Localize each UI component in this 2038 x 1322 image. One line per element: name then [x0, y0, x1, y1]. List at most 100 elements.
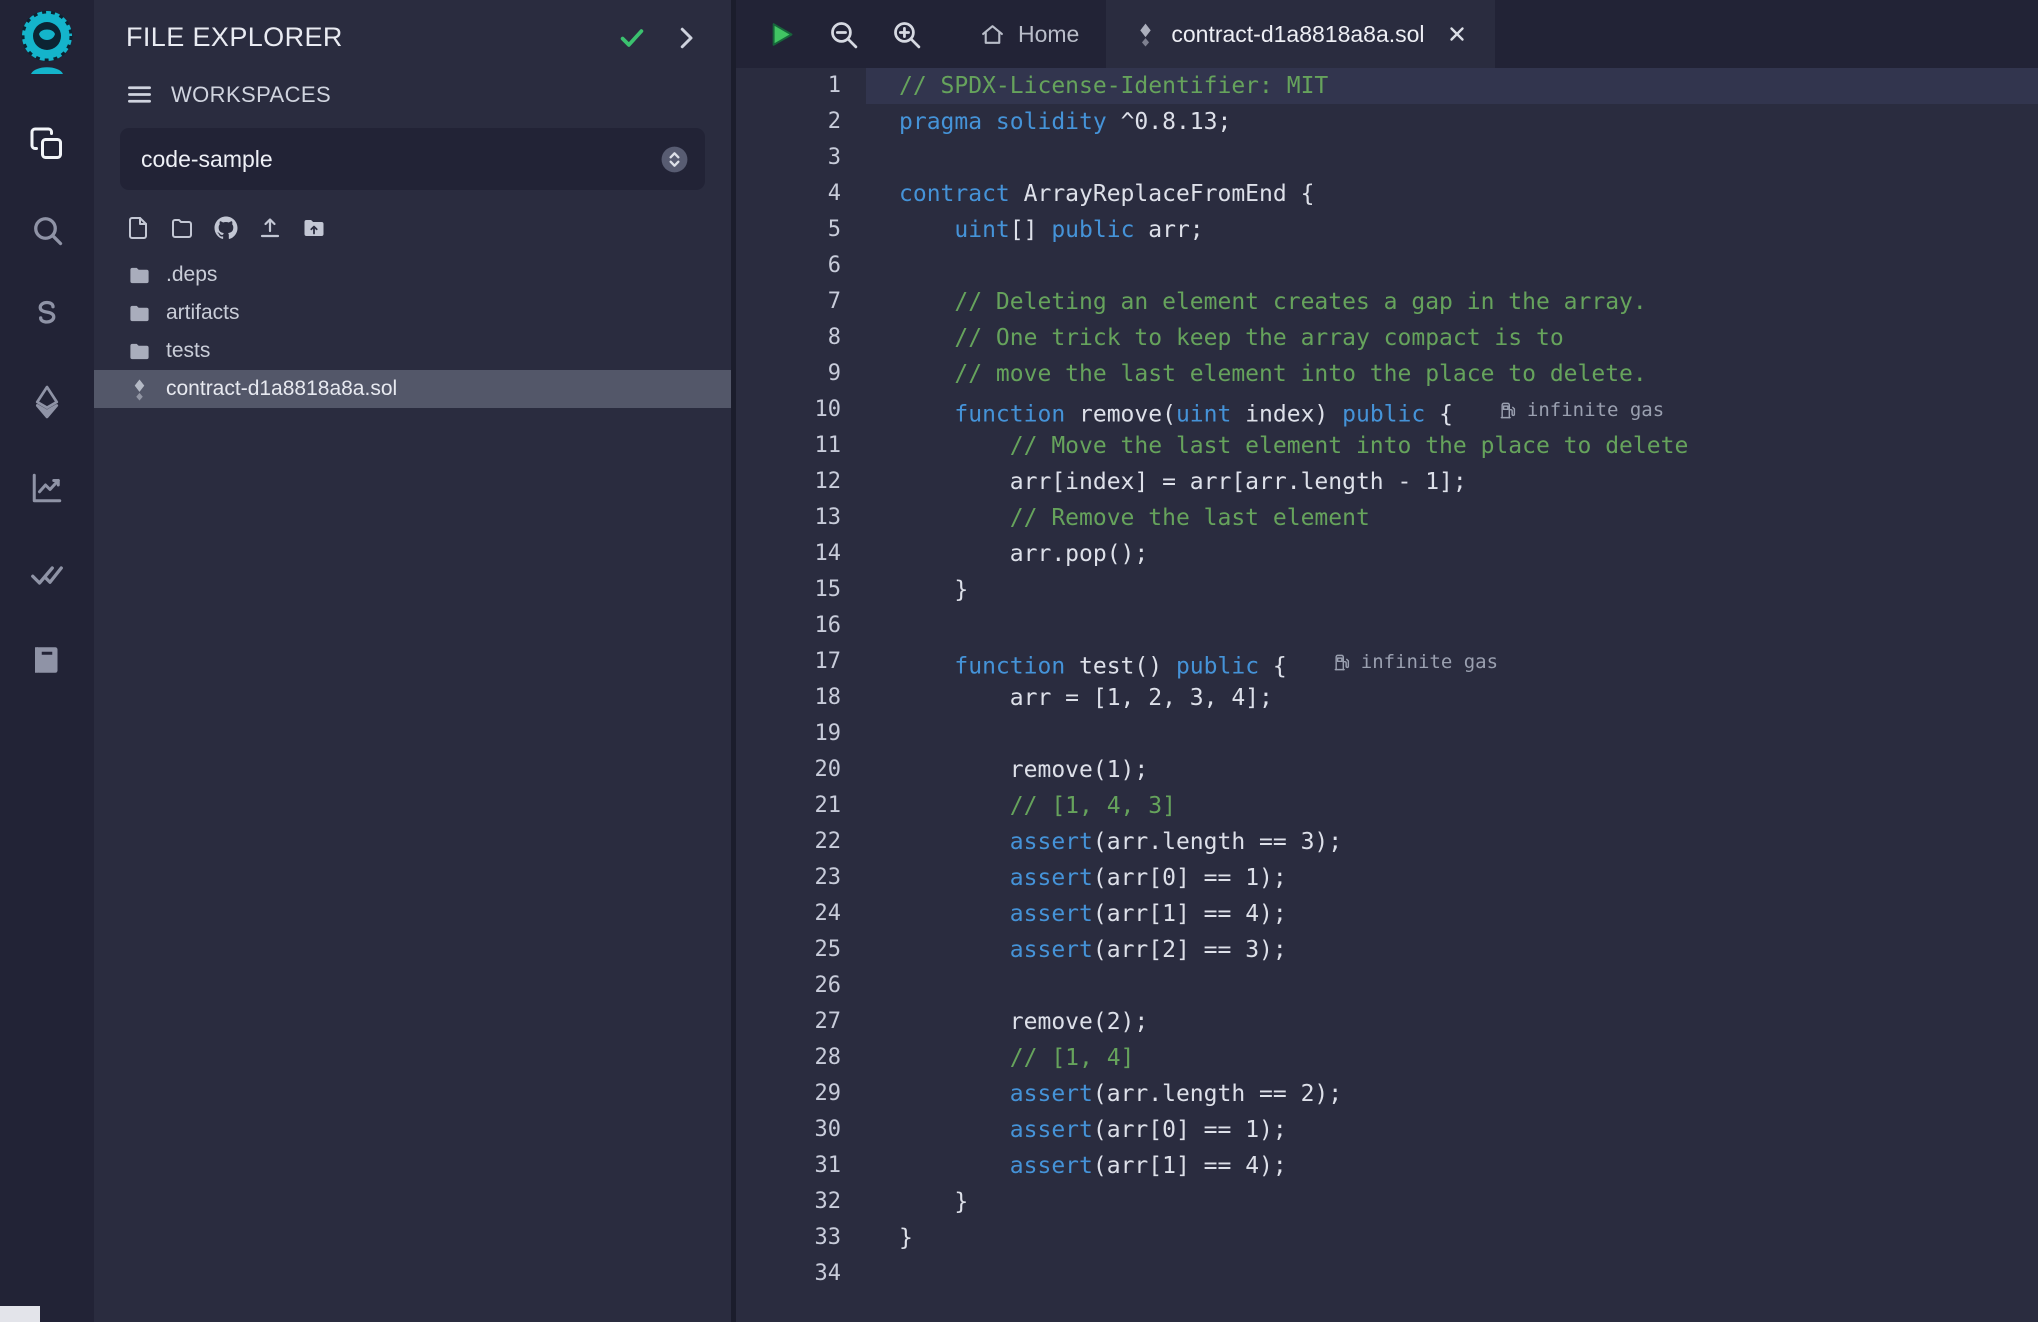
file-explorer-panel: FILE EXPLORER WORKSP: [94, 0, 731, 1322]
code-line[interactable]: 17 function test() public {infinite gas: [736, 644, 2038, 680]
scrollbar-corner: [0, 1306, 40, 1322]
github-icon[interactable]: [214, 216, 238, 240]
code-line[interactable]: 10 function remove(uint index) public {i…: [736, 392, 2038, 428]
code-line[interactable]: 2pragma solidity ^0.8.13;: [736, 104, 2038, 140]
workspace-dropdown[interactable]: code-sample: [120, 128, 705, 190]
line-number: 24: [736, 896, 866, 932]
hamburger-menu-icon[interactable]: [126, 81, 153, 108]
code-line[interactable]: 20 remove(1);: [736, 752, 2038, 788]
unit-testing-icon[interactable]: [27, 554, 67, 594]
solidity-file-icon: [1133, 22, 1158, 47]
code-line[interactable]: 7 // Deleting an element creates a gap i…: [736, 284, 2038, 320]
folder-name: .deps: [166, 263, 217, 287]
close-tab-icon[interactable]: [1446, 23, 1468, 45]
code-line[interactable]: 25 assert(arr[2] == 3);: [736, 932, 2038, 968]
line-number: 8: [736, 320, 866, 356]
file-explorer-icon[interactable]: [27, 124, 67, 164]
code-line[interactable]: 21 // [1, 4, 3]: [736, 788, 2038, 824]
code-line[interactable]: 19: [736, 716, 2038, 752]
new-file-icon[interactable]: [126, 216, 150, 240]
code-line[interactable]: 31 assert(arr[1] == 4);: [736, 1148, 2038, 1184]
line-number: 15: [736, 572, 866, 608]
new-folder-icon[interactable]: [170, 216, 194, 240]
folder-icon: [128, 340, 151, 363]
line-number: 18: [736, 680, 866, 716]
zoom-in-icon[interactable]: [890, 18, 923, 51]
remix-logo[interactable]: [15, 8, 79, 80]
gas-pump-icon: [1499, 401, 1518, 420]
line-number: 10: [736, 392, 866, 428]
folder-item[interactable]: artifacts: [94, 294, 731, 332]
search-icon[interactable]: [27, 210, 67, 250]
code-line[interactable]: 1// SPDX-License-Identifier: MIT: [736, 68, 2038, 104]
line-number: 19: [736, 716, 866, 752]
code-line[interactable]: 5 uint[] public arr;: [736, 212, 2038, 248]
code-line[interactable]: 12 arr[index] = arr[arr.length - 1];: [736, 464, 2038, 500]
line-number: 9: [736, 356, 866, 392]
file-list: .deps artifacts tests contract-d1a8818a8a.…: [94, 256, 731, 408]
line-number: 31: [736, 1148, 866, 1184]
code-line[interactable]: 13 // Remove the last element: [736, 500, 2038, 536]
deploy-run-icon[interactable]: [27, 382, 67, 422]
line-number: 22: [736, 824, 866, 860]
line-number: 34: [736, 1256, 866, 1292]
code-line[interactable]: 26: [736, 968, 2038, 1004]
folder-name: artifacts: [166, 301, 240, 325]
code-line[interactable]: 33}: [736, 1220, 2038, 1256]
code-line[interactable]: 11 // Move the last element into the pla…: [736, 428, 2038, 464]
code-line[interactable]: 29 assert(arr.length == 2);: [736, 1076, 2038, 1112]
tab-label: Home: [1018, 21, 1079, 48]
folder-item[interactable]: tests: [94, 332, 731, 370]
gas-pump-icon: [1333, 653, 1352, 672]
code-line[interactable]: 24 assert(arr[1] == 4);: [736, 896, 2038, 932]
code-line[interactable]: 14 arr.pop();: [736, 536, 2038, 572]
line-number: 17: [736, 644, 866, 680]
upload-file-icon[interactable]: [258, 216, 282, 240]
code-line[interactable]: 16: [736, 608, 2038, 644]
code-line[interactable]: 9 // move the last element into the plac…: [736, 356, 2038, 392]
file-name: contract-d1a8818a8a.sol: [166, 377, 397, 401]
line-number: 30: [736, 1112, 866, 1148]
plugin-manager-icon[interactable]: [27, 640, 67, 680]
line-number: 26: [736, 968, 866, 1004]
line-number: 13: [736, 500, 866, 536]
editor-controls: [736, 0, 953, 68]
editor-area: Home contract-d1a8818a8a.sol 1// SP: [736, 0, 2038, 1322]
editor-topbar: Home contract-d1a8818a8a.sol: [736, 0, 2038, 68]
activity-bar: [0, 0, 94, 1322]
check-icon[interactable]: [617, 23, 647, 53]
line-number: 29: [736, 1076, 866, 1112]
tab-contract-file[interactable]: contract-d1a8818a8a.sol: [1106, 0, 1494, 68]
code-line[interactable]: 34: [736, 1256, 2038, 1292]
code-line[interactable]: 23 assert(arr[0] == 1);: [736, 860, 2038, 896]
code-line[interactable]: 4contract ArrayReplaceFromEnd {: [736, 176, 2038, 212]
upload-folder-icon[interactable]: [302, 216, 326, 240]
play-icon[interactable]: [764, 18, 797, 51]
code-line[interactable]: 22 assert(arr.length == 3);: [736, 824, 2038, 860]
chevron-right-icon[interactable]: [671, 23, 701, 53]
code-line[interactable]: 32 }: [736, 1184, 2038, 1220]
tab-home[interactable]: Home: [953, 0, 1106, 68]
solidity-compiler-icon[interactable]: [27, 296, 67, 336]
code-line[interactable]: 8 // One trick to keep the array compact…: [736, 320, 2038, 356]
code-editor[interactable]: 1// SPDX-License-Identifier: MIT2pragma …: [736, 68, 2038, 1322]
line-number: 11: [736, 428, 866, 464]
code-line[interactable]: 27 remove(2);: [736, 1004, 2038, 1040]
folder-list: .deps artifacts tests: [94, 256, 731, 370]
folder-icon: [128, 302, 151, 325]
gas-estimate-badge: infinite gas: [1333, 644, 1498, 680]
line-number: 32: [736, 1184, 866, 1220]
code-line[interactable]: 30 assert(arr[0] == 1);: [736, 1112, 2038, 1148]
code-line[interactable]: 15 }: [736, 572, 2038, 608]
file-item-selected[interactable]: contract-d1a8818a8a.sol: [94, 370, 731, 408]
line-number: 27: [736, 1004, 866, 1040]
folder-item[interactable]: .deps: [94, 256, 731, 294]
code-line[interactable]: 3: [736, 140, 2038, 176]
code-line[interactable]: 6: [736, 248, 2038, 284]
line-number: 6: [736, 248, 866, 284]
zoom-out-icon[interactable]: [827, 18, 860, 51]
code-line[interactable]: 28 // [1, 4]: [736, 1040, 2038, 1076]
code-line[interactable]: 18 arr = [1, 2, 3, 4];: [736, 680, 2038, 716]
analysis-icon[interactable]: [27, 468, 67, 508]
workspaces-label: WORKSPACES: [171, 82, 331, 108]
